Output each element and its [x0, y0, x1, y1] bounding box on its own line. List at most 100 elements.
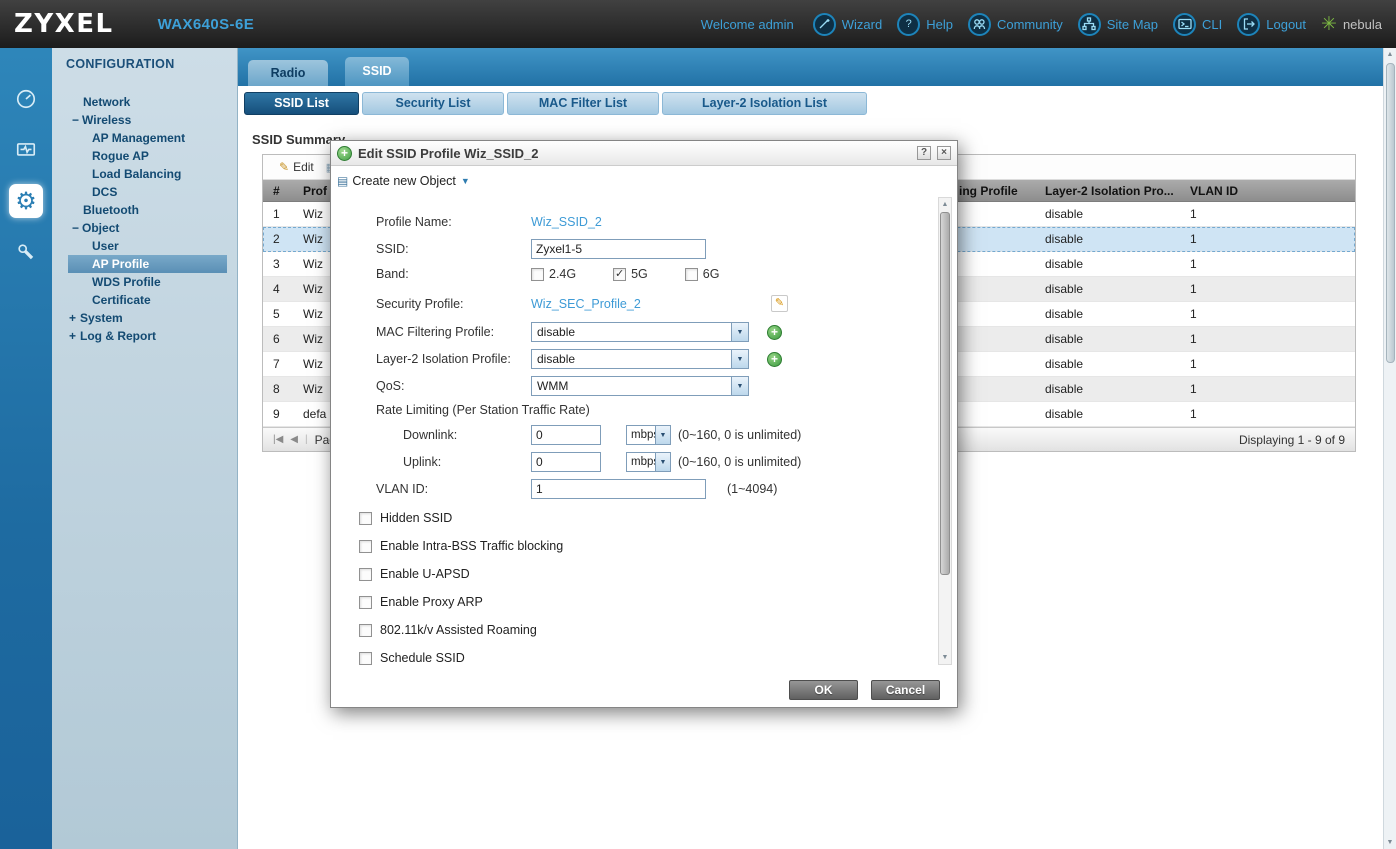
sidebar-item-dcs[interactable]: DCS — [52, 183, 237, 201]
schedule-ssid-checkbox[interactable] — [359, 652, 372, 665]
cell-num: 2 — [263, 227, 303, 251]
scrollbar-thumb[interactable] — [1386, 63, 1395, 363]
sidebar-item-user[interactable]: User — [52, 237, 237, 255]
configuration-icon[interactable]: ⚙ — [9, 184, 43, 218]
cancel-button[interactable]: Cancel — [871, 680, 940, 700]
band-5g-option[interactable]: 5G — [613, 267, 648, 281]
band-24g-option[interactable]: 2.4G — [531, 267, 576, 281]
prev-page-button[interactable]: ◀ — [290, 434, 298, 445]
subtab-ssid-list[interactable]: SSID List — [244, 92, 359, 115]
create-new-object-label: Create new Object — [352, 174, 456, 188]
sitemap-link[interactable]: Site Map — [1078, 13, 1158, 36]
column-header-filtering[interactable]: ing Profile — [953, 180, 1043, 201]
hidden-ssid-option[interactable]: Hidden SSID — [359, 511, 917, 525]
ok-button[interactable]: OK — [789, 680, 858, 700]
cell-layer2: disable — [1043, 327, 1188, 351]
u-apsd-option[interactable]: Enable U-APSD — [359, 567, 917, 581]
qos-select[interactable]: WMM▼ — [531, 376, 749, 396]
cli-link[interactable]: CLI — [1173, 13, 1222, 36]
hidden-ssid-checkbox[interactable] — [359, 512, 372, 525]
scrollbar-thumb[interactable] — [940, 212, 950, 575]
sidebar-item-wireless[interactable]: −Wireless — [52, 111, 237, 129]
sidebar-item-rogue-ap[interactable]: Rogue AP — [52, 147, 237, 165]
wizard-link[interactable]: Wizard — [813, 13, 882, 36]
schedule-ssid-option[interactable]: Schedule SSID — [359, 651, 917, 665]
scroll-up-icon[interactable]: ▲ — [942, 198, 949, 211]
dialog-header[interactable]: + Edit SSID Profile Wiz_SSID_2 ? × — [331, 141, 957, 166]
tab-ssid[interactable]: SSID — [345, 57, 409, 86]
band-6g-option[interactable]: 6G — [685, 267, 720, 281]
first-page-button[interactable]: |◀ — [273, 434, 283, 445]
subtab-layer2-isolation-list[interactable]: Layer-2 Isolation List — [662, 92, 867, 115]
sidebar-item-network[interactable]: Network — [52, 93, 237, 111]
column-header-vlan[interactable]: VLAN ID — [1188, 180, 1355, 201]
sitemap-icon — [1078, 13, 1101, 36]
add-mac-filtering-profile-button[interactable]: + — [767, 325, 782, 340]
edit-security-profile-icon[interactable]: ✎ — [771, 295, 788, 312]
mac-filtering-select[interactable]: disable▼ — [531, 322, 749, 342]
nebula-icon: ✳ — [1321, 15, 1337, 34]
uplink-input[interactable] — [531, 452, 601, 472]
dashboard-icon[interactable] — [9, 82, 43, 116]
subtab-security-list[interactable]: Security List — [362, 92, 504, 115]
config-sidebar: CONFIGURATION Network −Wireless AP Manag… — [52, 48, 238, 849]
field-label: QoS: — [376, 379, 531, 393]
cell-layer2: disable — [1043, 227, 1188, 251]
assisted-roaming-checkbox[interactable] — [359, 624, 372, 637]
community-link[interactable]: Community — [968, 13, 1063, 36]
downlink-unit-select[interactable]: mbps▼ — [626, 425, 671, 445]
layer2-isolation-select[interactable]: disable▼ — [531, 349, 749, 369]
maintenance-icon[interactable] — [9, 235, 43, 269]
security-profile-link[interactable]: Wiz_SEC_Profile_2 — [531, 297, 641, 311]
downlink-input[interactable] — [531, 425, 601, 445]
sidebar-item-ap-management[interactable]: AP Management — [52, 129, 237, 147]
page-scrollbar[interactable]: ▲ ▼ — [1383, 48, 1396, 849]
help-link[interactable]: ? Help — [897, 13, 953, 36]
monitor-icon[interactable] — [9, 133, 43, 167]
column-header-num[interactable]: # — [263, 180, 303, 201]
page: ZYXEL WAX640S-6E Welcome admin Wizard ? … — [0, 0, 1396, 849]
edit-icon: ✎ — [279, 160, 289, 174]
vlan-id-input[interactable] — [531, 479, 706, 499]
assisted-roaming-option[interactable]: 802.11k/v Assisted Roaming — [359, 623, 917, 637]
dialog-help-button[interactable]: ? — [917, 146, 931, 160]
sidebar-item-log-report[interactable]: +Log & Report — [52, 327, 237, 345]
u-apsd-checkbox[interactable] — [359, 568, 372, 581]
layer2-isolation-row: Layer-2 Isolation Profile: disable▼ + — [376, 349, 917, 369]
sidebar-item-load-balancing[interactable]: Load Balancing — [52, 165, 237, 183]
band-24g-checkbox[interactable] — [531, 268, 544, 281]
intra-bss-checkbox[interactable] — [359, 540, 372, 553]
sidebar-item-system[interactable]: +System — [52, 309, 237, 327]
ssid-input[interactable] — [531, 239, 706, 259]
dialog-scrollbar[interactable]: ▲ ▼ — [938, 197, 952, 665]
band-24g-label: 2.4G — [549, 267, 576, 281]
column-header-layer2[interactable]: Layer-2 Isolation Pro... — [1043, 180, 1188, 201]
band-6g-checkbox[interactable] — [685, 268, 698, 281]
add-layer2-profile-button[interactable]: + — [767, 352, 782, 367]
subtab-mac-filter-list[interactable]: MAC Filter List — [507, 92, 659, 115]
intra-bss-option[interactable]: Enable Intra-BSS Traffic blocking — [359, 539, 917, 553]
edit-button[interactable]: ✎Edit — [279, 160, 314, 174]
scroll-down-icon[interactable]: ▼ — [942, 651, 949, 664]
nebula-link[interactable]: ✳ nebula — [1321, 15, 1382, 34]
scroll-up-icon[interactable]: ▲ — [1387, 48, 1394, 61]
dialog-close-button[interactable]: × — [937, 146, 951, 160]
tab-radio[interactable]: Radio — [248, 60, 328, 86]
sidebar-item-wds-profile[interactable]: WDS Profile — [52, 273, 237, 291]
cell-layer2: disable — [1043, 252, 1188, 276]
sidebar-item-object[interactable]: −Object — [52, 219, 237, 237]
uplink-unit-select[interactable]: mbps▼ — [626, 452, 671, 472]
scroll-down-icon[interactable]: ▼ — [1387, 836, 1394, 849]
proxy-arp-checkbox[interactable] — [359, 596, 372, 609]
sidebar-item-ap-profile[interactable]: AP Profile — [68, 255, 227, 273]
sidebar-item-bluetooth[interactable]: Bluetooth — [52, 201, 237, 219]
proxy-arp-option[interactable]: Enable Proxy ARP — [359, 595, 917, 609]
logout-link[interactable]: Logout — [1237, 13, 1306, 36]
checkbox-label: 802.11k/v Assisted Roaming — [380, 623, 537, 637]
field-label: VLAN ID: — [376, 482, 531, 496]
create-new-object-menu[interactable]: ▤ Create new Object ▼ — [337, 174, 957, 188]
checkbox-label: Enable Intra-BSS Traffic blocking — [380, 539, 563, 553]
band-5g-checkbox[interactable] — [613, 268, 626, 281]
cell-num: 6 — [263, 327, 303, 351]
sidebar-item-certificate[interactable]: Certificate — [52, 291, 237, 309]
